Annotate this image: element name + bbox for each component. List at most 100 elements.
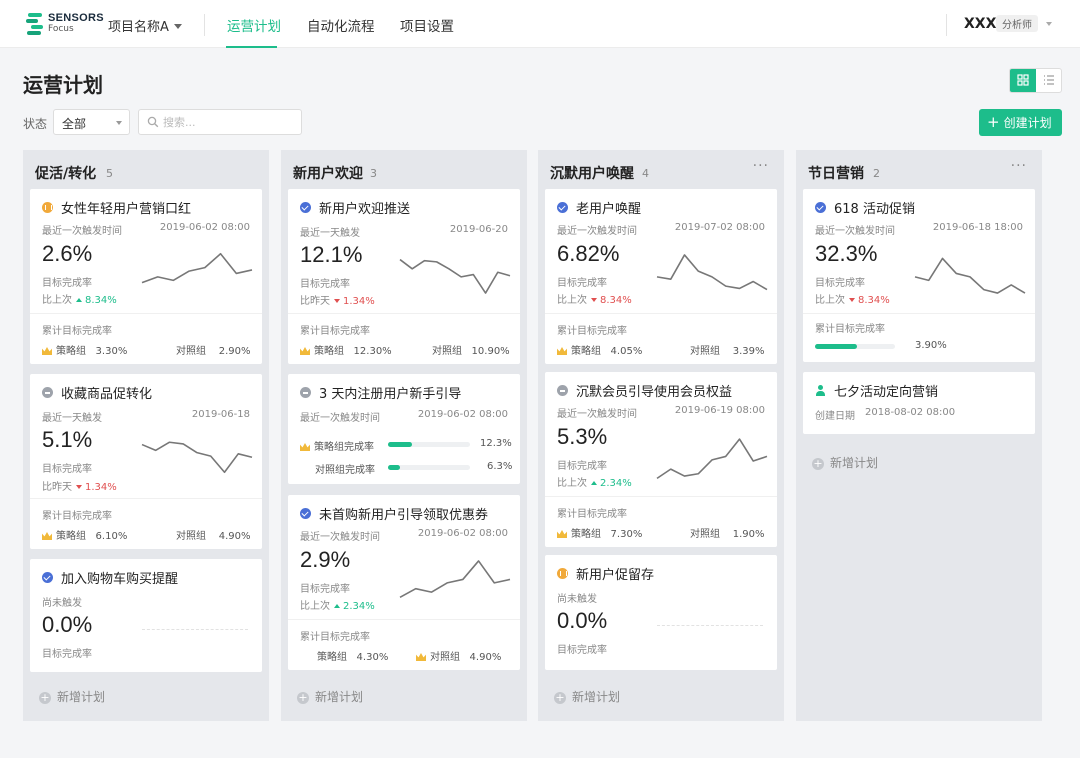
list-icon xyxy=(1044,75,1054,85)
control-stat: 对照组 4.90% xyxy=(416,648,501,663)
add-plan-label: 新增计划 xyxy=(315,690,364,704)
plan-card[interactable]: 加入购物车购买提醒 尚未触发 0.0% 目标完成率 xyxy=(30,559,262,672)
trigger-time: 2019-06-20 xyxy=(449,224,508,235)
trigger-label: 最近一次触发时间 xyxy=(300,413,380,424)
strategy-stat: 策略组 7.30% xyxy=(557,525,642,540)
control-stat: 对照组 10.90% xyxy=(432,346,510,357)
plan-card[interactable]: 沉默会员引导使用会员权益 最近一次触发时间 2019-06-19 08:00 5… xyxy=(545,372,777,547)
control-stat: 对照组 1.90% xyxy=(690,529,765,540)
arrow-down-icon xyxy=(334,299,340,303)
plan-card[interactable]: 3 天内注册用户新手引导 最近一次触发时间 2019-06-02 08:00 策… xyxy=(288,374,520,484)
plan-title: 收藏商品促转化 xyxy=(61,387,153,402)
nav-tab-settings[interactable]: 项目设置 xyxy=(400,15,454,35)
delta-label: 比昨天 xyxy=(300,296,330,307)
plan-card[interactable]: 未首购新用户引导领取优惠券 最近一次触发时间 2019-06-02 08:00 … xyxy=(288,495,520,670)
board-column: 沉默用户唤醒 4 ··· 老用户唤醒 最近一次触发时间 2019-07-02 0… xyxy=(538,150,784,721)
goal-label: 目标完成率 xyxy=(815,278,865,289)
crown-icon xyxy=(42,347,52,355)
plan-card[interactable]: 女性年轻用户营销口红 最近一次触发时间 2019-06-02 08:00 2.6… xyxy=(30,189,262,364)
delta: 比上次 2.34% xyxy=(300,597,375,612)
cum-label: 累计目标完成率 xyxy=(557,326,627,337)
not-triggered-label: 尚未触发 xyxy=(557,594,597,605)
status-filter-value: 全部 xyxy=(62,117,87,131)
nav-tab-plans[interactable]: 运营计划 xyxy=(227,15,281,35)
goal-label: 目标完成率 xyxy=(300,584,350,595)
delta-label: 比上次 xyxy=(300,601,330,612)
board-column: 促活/转化 5 女性年轻用户营销口红 最近一次触发时间 2019-06-02 0… xyxy=(23,150,269,721)
goal-label: 目标完成率 xyxy=(42,278,92,289)
add-plan-button[interactable]: + 新增计划 xyxy=(554,688,620,705)
trigger-time: 2019-06-19 08:00 xyxy=(674,405,765,416)
create-plan-label: 创建计划 xyxy=(1003,116,1052,130)
control-stat: 对照组 4.90% xyxy=(176,531,251,542)
search-input[interactable] xyxy=(163,114,293,130)
delta: 比上次 8.34% xyxy=(42,291,117,306)
add-plan-button[interactable]: + 新增计划 xyxy=(297,688,363,705)
chevron-down-icon xyxy=(116,121,122,125)
strategy-rate-bar xyxy=(388,442,470,447)
trigger-label: 最近一天触发 xyxy=(300,228,360,239)
cum-progress-bar xyxy=(815,344,895,349)
arrow-down-icon xyxy=(849,298,855,302)
plus-icon: + xyxy=(39,691,51,704)
logo[interactable]: SENSORS Focus xyxy=(26,11,104,37)
plan-card[interactable]: 老用户唤醒 最近一次触发时间 2019-07-02 08:00 6.82% 目标… xyxy=(545,189,777,364)
user-name[interactable]: XXX xyxy=(964,16,996,32)
cum-label: 累计目标完成率 xyxy=(557,509,627,520)
nav-tab-automation[interactable]: 自动化流程 xyxy=(307,15,375,35)
minus-icon xyxy=(300,387,311,398)
trigger-label: 最近一天触发 xyxy=(42,413,102,424)
trend-line xyxy=(399,560,511,599)
search-icon xyxy=(147,116,159,128)
delta: 比上次 2.34% xyxy=(557,474,632,489)
goal-value: 0.0% xyxy=(42,612,93,637)
trigger-time: 2019-06-18 xyxy=(191,409,250,420)
plan-card[interactable]: 新用户促留存 尚未触发 0.0% 目标完成率 xyxy=(545,555,777,670)
strategy-stat: 策略组 4.30% xyxy=(317,652,389,663)
plan-title: 老用户唤醒 xyxy=(576,202,642,217)
more-icon[interactable]: ··· xyxy=(753,158,769,174)
trend-line xyxy=(141,252,253,284)
crown-icon xyxy=(300,443,310,451)
more-icon[interactable]: ··· xyxy=(1011,158,1027,174)
plan-card[interactable]: 新用户欢迎推送 最近一天触发 2019-06-20 12.1% 目标完成率 比昨… xyxy=(288,189,520,364)
cum-label: 累计目标完成率 xyxy=(300,326,370,337)
plan-title: 未首购新用户引导领取优惠券 xyxy=(319,508,489,523)
grid-view-button[interactable] xyxy=(1010,69,1036,92)
trend-sparkline xyxy=(399,560,511,599)
page-title: 运营计划 xyxy=(23,73,103,97)
trend-line xyxy=(914,257,1026,294)
delta: 比上次 8.34% xyxy=(815,291,890,306)
goal-label: 目标完成率 xyxy=(557,645,607,656)
create-plan-button[interactable]: + 创建计划 xyxy=(979,109,1062,136)
column-title: 节日营销 xyxy=(808,166,864,182)
logo-sub: Focus xyxy=(48,24,74,34)
add-plan-label: 新增计划 xyxy=(57,690,106,704)
search-box[interactable] xyxy=(138,109,302,135)
add-plan-button[interactable]: + 新增计划 xyxy=(39,688,105,705)
delta-value: 1.34% xyxy=(343,296,375,307)
project-switcher[interactable]: 项目名称A xyxy=(108,16,182,35)
list-view-button[interactable] xyxy=(1036,69,1062,92)
view-toggle xyxy=(1009,68,1062,93)
delta-label: 比昨天 xyxy=(42,482,72,493)
column-count: 4 xyxy=(642,167,649,180)
progress-fill xyxy=(388,442,413,447)
goal-label: 目标完成率 xyxy=(557,461,607,472)
plan-card[interactable]: 618 活动促销 最近一次触发时间 2019-06-18 18:00 32.3%… xyxy=(803,189,1035,362)
check-icon xyxy=(300,508,311,519)
chevron-down-icon[interactable] xyxy=(1046,22,1052,26)
plan-card[interactable]: 七夕活动定向营销 创建日期 2018-08-02 08:00 xyxy=(803,372,1035,434)
plan-card[interactable]: 收藏商品促转化 最近一天触发 2019-06-18 5.1% 目标完成率 比昨天… xyxy=(30,374,262,549)
goal-value: 5.3% xyxy=(557,424,608,449)
top-bar: SENSORS Focus 项目名称A 运营计划 自动化流程 项目设置 XXX … xyxy=(0,0,1080,48)
trigger-time: 2019-06-02 08:00 xyxy=(417,528,508,539)
project-name: 项目名称A xyxy=(108,20,169,35)
active-tab-indicator xyxy=(226,46,277,48)
status-filter-select[interactable]: 全部 xyxy=(53,109,130,135)
add-plan-button[interactable]: + 新增计划 xyxy=(812,454,878,471)
pause-icon xyxy=(557,568,568,579)
delta-value: 8.34% xyxy=(85,295,117,306)
goal-value: 2.6% xyxy=(42,241,93,266)
plan-title: 新用户欢迎推送 xyxy=(319,202,411,217)
